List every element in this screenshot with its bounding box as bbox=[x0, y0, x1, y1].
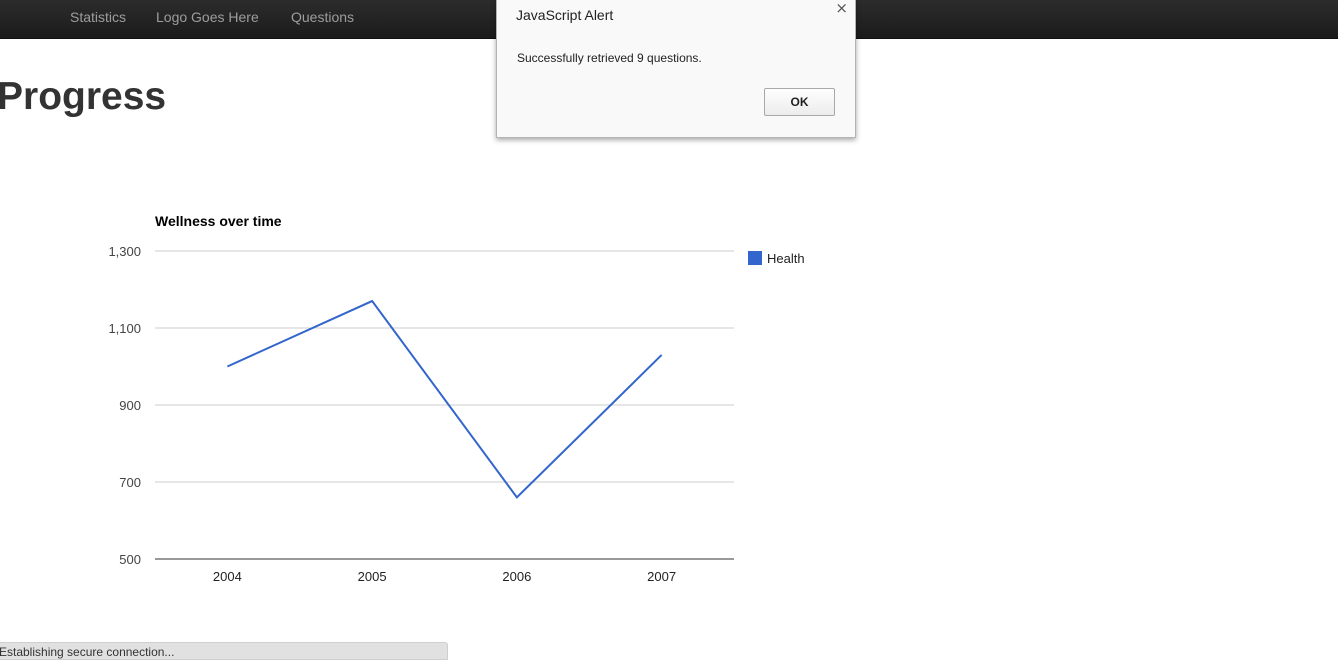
x-tick-label: 2007 bbox=[647, 569, 676, 584]
legend-label: Health bbox=[767, 251, 805, 266]
legend-swatch bbox=[748, 251, 762, 265]
alert-message: Successfully retrieved 9 questions. bbox=[517, 51, 702, 65]
nav-link-questions[interactable]: Questions bbox=[291, 0, 354, 36]
chart-svg: Wellness over time 500 700 900 1,100 1,300 2… bbox=[108, 213, 805, 584]
status-bar: Establishing secure connection... bbox=[0, 642, 448, 660]
y-axis-ticks: 500 700 900 1,100 1,300 bbox=[108, 244, 141, 567]
y-tick-label: 500 bbox=[119, 552, 141, 567]
y-tick-label: 1,100 bbox=[108, 321, 141, 336]
series-line-health bbox=[226, 299, 663, 499]
chart-gridlines bbox=[155, 250, 734, 560]
page-title: Progress bbox=[0, 75, 167, 118]
close-icon[interactable]: × bbox=[835, 0, 848, 16]
nav-link-statistics[interactable]: Statistics bbox=[70, 0, 126, 36]
x-tick-label: 2004 bbox=[213, 569, 242, 584]
x-axis-ticks: 2004 2005 2006 2007 bbox=[213, 569, 676, 584]
y-tick-label: 700 bbox=[119, 475, 141, 490]
y-tick-label: 900 bbox=[119, 398, 141, 413]
ok-button[interactable]: OK bbox=[764, 88, 835, 116]
javascript-alert-dialog: JavaScript Alert × Successfully retrieve… bbox=[496, 0, 856, 138]
x-tick-label: 2006 bbox=[502, 569, 531, 584]
alert-title: JavaScript Alert bbox=[516, 7, 614, 23]
wellness-chart: Wellness over time 500 700 900 1,100 1,300 2… bbox=[0, 200, 900, 610]
chart-legend: Health bbox=[748, 251, 805, 266]
x-tick-label: 2005 bbox=[358, 569, 387, 584]
chart-title: Wellness over time bbox=[155, 213, 282, 229]
y-tick-label: 1,300 bbox=[108, 244, 141, 259]
chart-series bbox=[226, 299, 663, 499]
nav-link-logo[interactable]: Logo Goes Here bbox=[156, 0, 259, 36]
